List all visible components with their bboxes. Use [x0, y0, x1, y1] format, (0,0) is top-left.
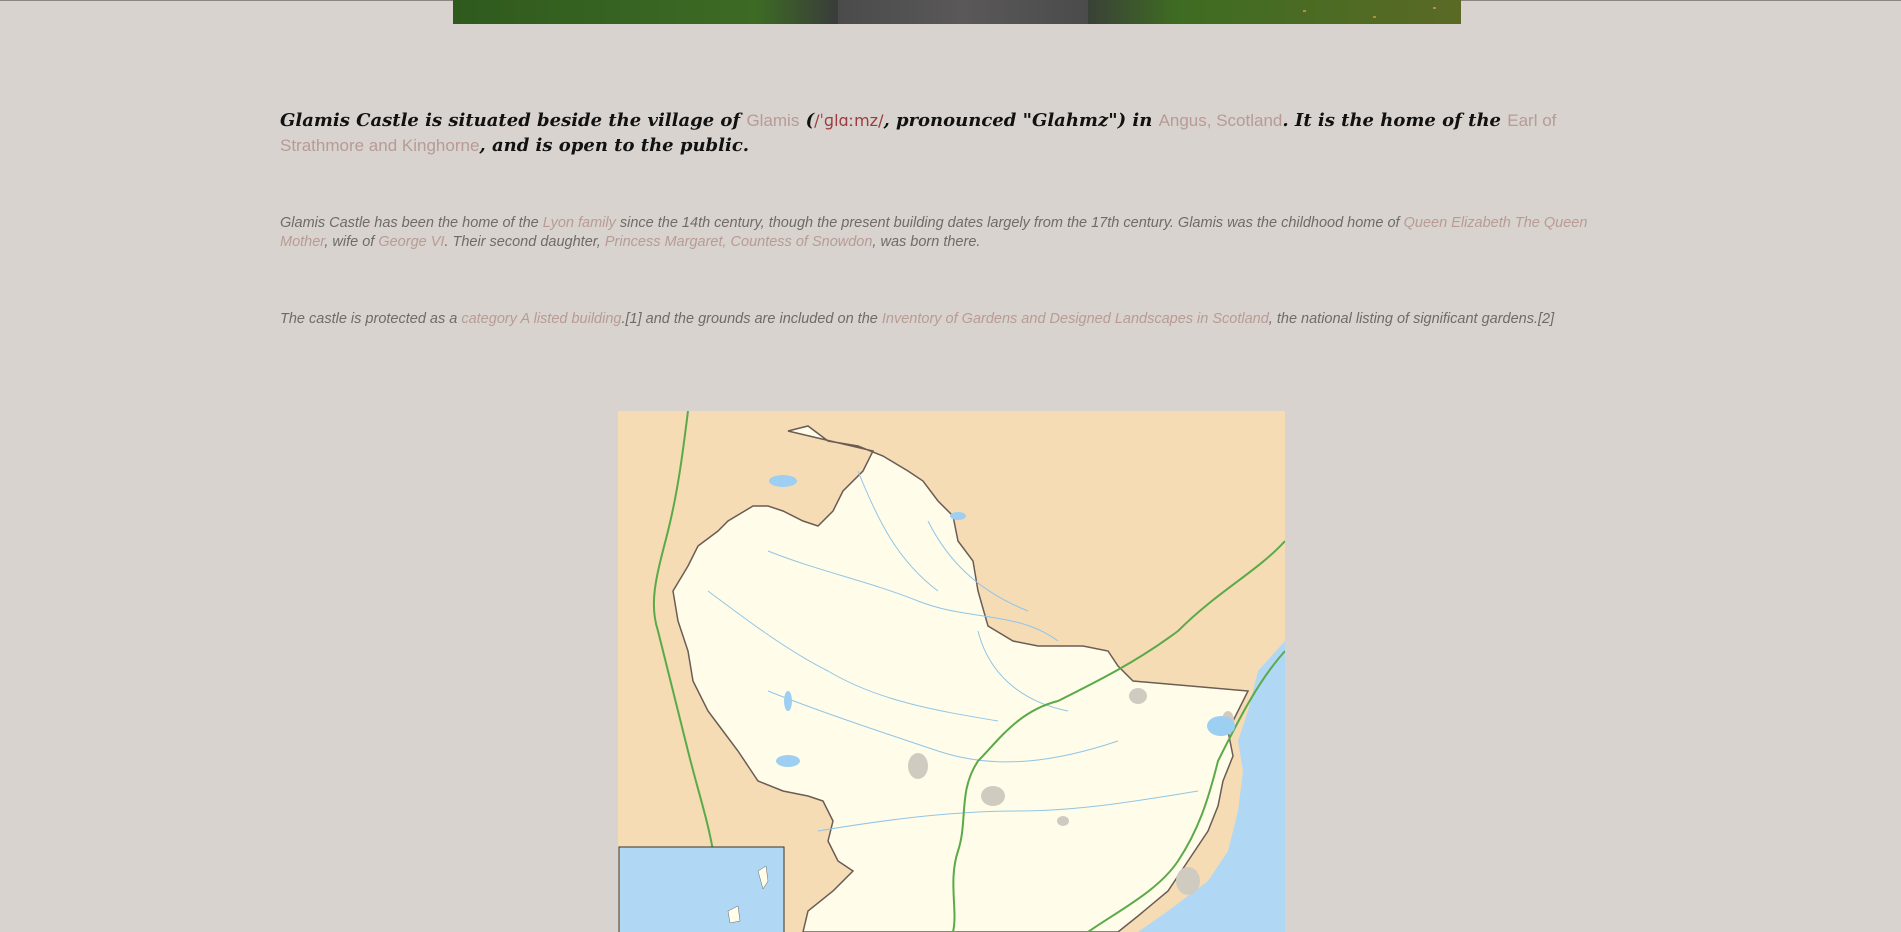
link-angus-scotland[interactable]: Angus, Scotland	[1159, 111, 1283, 130]
history-text: , was born there.	[872, 234, 981, 250]
link-princess-margaret[interactable]: Princess Margaret, Countess of Snowdon	[605, 234, 873, 250]
map-svg	[618, 411, 1285, 932]
protection-text: , the national listing of significant ga…	[1268, 311, 1555, 327]
photo-leaf	[1303, 10, 1306, 12]
link-inventory-gardens[interactable]: Inventory of Gardens and Designed Landsc…	[882, 311, 1269, 327]
link-glamis[interactable]: Glamis	[746, 111, 799, 130]
intro-text: Glamis Castle is situated beside the vil…	[280, 110, 747, 131]
history-text: , wife of	[324, 234, 379, 250]
protection-text: The castle is protected as a	[280, 311, 462, 327]
photo-leaf	[1373, 16, 1376, 18]
map-inset	[618, 846, 785, 932]
angus-location-map[interactable]	[618, 411, 1285, 932]
intro-text: . It is the home of the	[1282, 110, 1508, 131]
intro-text: (	[799, 110, 815, 131]
photo-leaf	[1433, 7, 1436, 9]
history-text: since the 14th century, though the prese…	[615, 215, 1404, 231]
link-category-a-listed[interactable]: category A listed building	[461, 311, 621, 327]
history-paragraph: Glamis Castle has been the home of the L…	[280, 214, 1610, 252]
intro-text: , and is open to the public.	[479, 135, 750, 156]
protection-text: .[1] and the grounds are included on the	[621, 311, 882, 327]
link-ipa[interactable]: /ˈɡlɑːmz/	[814, 111, 883, 130]
intro-paragraph: Glamis Castle is situated beside the vil…	[280, 108, 1610, 158]
intro-text: , pronounced "Glahmz") in	[883, 110, 1159, 131]
history-text: . Their second daughter,	[444, 234, 605, 250]
link-lyon-family[interactable]: Lyon family	[543, 215, 616, 231]
history-text: Glamis Castle has been the home of the	[280, 215, 543, 231]
protection-paragraph: The castle is protected as a category A …	[280, 310, 1610, 329]
castle-photo	[453, 0, 1461, 24]
intro-section: Glamis Castle is situated beside the vil…	[280, 108, 1610, 158]
photo-road	[838, 0, 1088, 24]
link-george-vi[interactable]: George VI	[378, 234, 444, 250]
